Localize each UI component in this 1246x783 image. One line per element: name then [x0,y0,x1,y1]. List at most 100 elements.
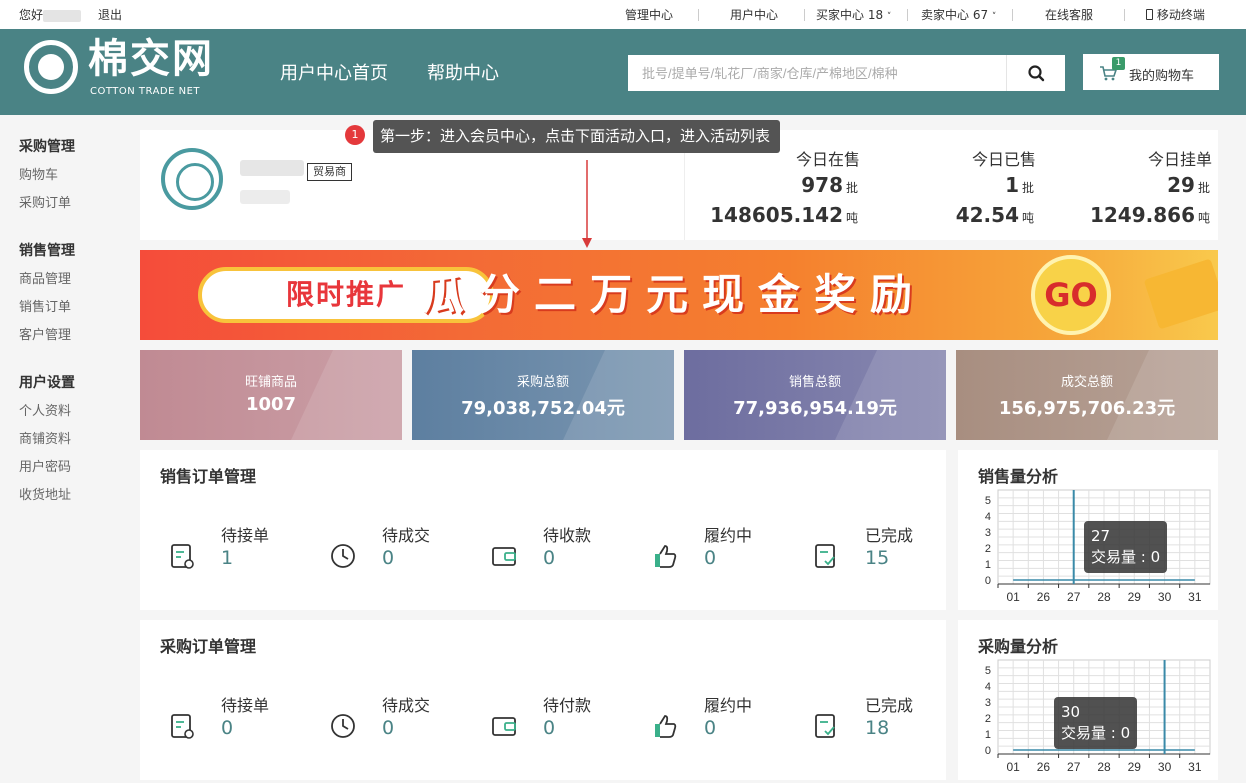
cart-count-badge: 1 [1112,57,1125,70]
order-status-count[interactable]: 0 [221,717,233,739]
cart-button[interactable]: 1 我的购物车 [1083,54,1219,90]
stat-on-sale-weight: 148605.142 吨 [678,203,858,227]
metric-purchase-total[interactable]: 采购总额 79,038,752.04元 [412,350,674,440]
check-doc-icon [812,712,840,740]
y-tick-label: 4 [985,681,991,693]
order-status-label[interactable]: 履约中 [704,522,752,546]
order-status-count[interactable]: 0 [543,547,555,569]
buyer-center-link[interactable]: 买家中心 18 ˅ [816,8,891,24]
mobile-link-label: 移动终端 [1156,8,1205,22]
order-status-label[interactable]: 已完成 [865,692,913,716]
metric-label: 成交总额 [1060,375,1113,390]
x-tick-label: 29 [1128,760,1142,774]
metric-value: 77,936,954.19元 [733,398,897,419]
thumbs-up-icon [651,542,679,570]
logout-link[interactable]: 退出 [98,8,122,22]
stat-sold-count: 1批 [854,173,1034,197]
search-icon [1028,65,1045,82]
search-input[interactable] [628,55,1006,91]
x-tick-label: 01 [1006,760,1020,774]
stat-listed-count: 29 批 [1030,173,1210,197]
stat-value: 1249.866 [1089,203,1195,227]
promo-banner[interactable]: 限时推广 瓜分二万元现金奖励 GO [140,250,1218,340]
greeting: 您好 [19,8,82,22]
stat-sold-label: 今日已售 [971,150,1036,169]
nav-user-home[interactable]: 用户中心首页 [280,63,388,85]
sidebar-item-cart[interactable]: 购物车 [19,164,58,183]
order-status-label[interactable]: 履约中 [704,692,752,716]
order-status-label[interactable]: 待成交 [382,692,430,716]
order-status-count[interactable]: 1 [221,547,233,569]
purchase-orders-title: 采购订单管理 [160,637,257,656]
logo-name[interactable]: 棉交网 [88,38,214,80]
sidebar-item-purchase-orders[interactable]: 采购订单 [19,192,71,211]
cart-label: 我的购物车 [1129,69,1195,84]
banner-go-label: GO [1044,276,1098,314]
order-status-label[interactable]: 待接单 [221,522,269,546]
cotton-logo-icon[interactable] [24,40,78,94]
y-tick-label: 0 [985,745,991,757]
thumbs-up-icon [651,712,679,740]
sidebar-item-sales-orders[interactable]: 销售订单 [19,296,71,315]
y-tick-label: 4 [985,511,991,523]
trader-badge: 贸易商 [307,163,352,181]
divider [698,9,699,21]
mobile-link[interactable]: 移动终端 [1146,8,1205,22]
wallet-icon [490,542,518,570]
sales-orders-title: 销售订单管理 [160,467,257,486]
admin-center-link[interactable]: 管理中心 [625,8,673,22]
metric-sales-total[interactable]: 销售总额 77,936,954.19元 [684,350,946,440]
stat-unit: 吨 [1197,211,1210,225]
nav-help-center[interactable]: 帮助中心 [427,63,499,85]
order-status-count[interactable]: 0 [382,547,394,569]
order-status-count[interactable]: 15 [865,547,889,569]
order-status-count[interactable]: 0 [382,717,394,739]
metric-label: 销售总额 [788,375,841,390]
metric-shop-products[interactable]: 旺铺商品 1007 [140,350,402,440]
tooltip-date: 27 [1091,527,1111,545]
order-status-label[interactable]: 待收款 [543,522,591,546]
order-status-label[interactable]: 待成交 [382,522,430,546]
guide-tooltip: 第一步：进入会员中心，点击下面活动入口，进入活动列表 [373,120,781,153]
seller-center-label: 卖家中心 67 [921,8,989,22]
avatar[interactable] [161,148,223,210]
y-tick-label: 1 [985,729,991,741]
stat-value: 29 [1167,173,1195,197]
search-button[interactable] [1006,55,1065,91]
order-status-label[interactable]: 已完成 [865,522,913,546]
seller-center-link[interactable]: 卖家中心 67 ˅ [921,8,996,24]
order-status-label[interactable]: 待接单 [221,692,269,716]
metric-deal-total[interactable]: 成交总额 156,975,706.23元 [956,350,1218,440]
order-status-count[interactable]: 0 [704,547,716,569]
username-blurred [43,9,82,22]
sidebar-item-profile[interactable]: 个人资料 [19,400,71,419]
x-tick-label: 27 [1067,590,1081,604]
order-status-count[interactable]: 0 [704,717,716,739]
stat-value: 1 [1005,173,1019,197]
sidebar-item-password[interactable]: 用户密码 [19,456,71,475]
x-tick-label: 01 [1006,590,1020,604]
sidebar-item-address[interactable]: 收货地址 [19,484,71,503]
y-tick-label: 0 [985,575,991,587]
stat-unit: 批 [1197,181,1210,195]
metric-value: 156,975,706.23元 [998,398,1176,419]
clock-icon [329,542,357,570]
user-center-link[interactable]: 用户中心 [730,8,778,22]
order-status-count[interactable]: 0 [543,717,555,739]
sidebar-item-customers[interactable]: 客户管理 [19,324,71,343]
banner-title: 瓜分二万元现金奖励 [422,270,927,319]
order-icon [168,712,196,740]
x-tick-label: 30 [1158,760,1172,774]
order-status-count[interactable]: 18 [865,717,889,739]
sidebar-item-products[interactable]: 商品管理 [19,268,71,287]
order-status-label[interactable]: 待付款 [543,692,591,716]
online-service-link[interactable]: 在线客服 [1045,8,1093,22]
x-tick-label: 30 [1158,590,1172,604]
banner-go-button[interactable]: GO [1031,255,1111,335]
sidebar-item-shop-info[interactable]: 商铺资料 [19,428,71,447]
metric-value: 79,038,752.04元 [461,398,625,419]
stat-on-sale-count: 978 批 [678,173,858,197]
x-tick-label: 31 [1188,590,1202,604]
stat-value: 148605.142 [710,203,843,227]
stat-value: 42.54 [955,203,1019,227]
